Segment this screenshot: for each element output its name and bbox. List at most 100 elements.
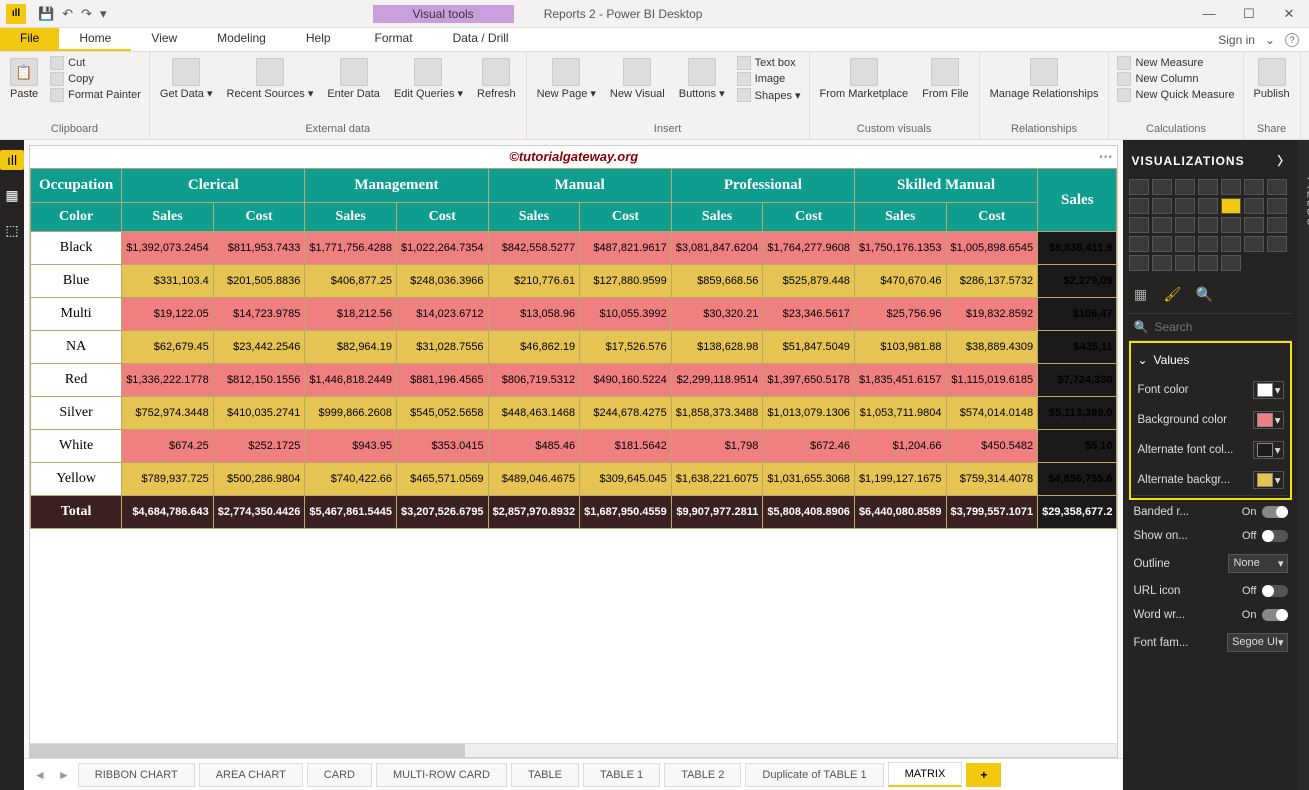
cell[interactable]: $13,058.96 xyxy=(488,298,580,331)
measure-header[interactable]: Sales xyxy=(854,203,946,232)
tab-data-drill[interactable]: Data / Drill xyxy=(433,28,529,51)
table-row[interactable]: Red$1,336,222.1778$812,150.1556$1,446,81… xyxy=(31,364,1117,397)
measure-header[interactable]: Sales xyxy=(122,203,214,232)
cell[interactable]: $82,964.19 xyxy=(305,331,397,364)
viz-type-23[interactable] xyxy=(1175,236,1195,252)
quick-measure-button[interactable]: New Quick Measure xyxy=(1117,88,1234,102)
row-header-occupation[interactable]: Occupation xyxy=(31,169,122,203)
row-total[interactable]: $106,47 xyxy=(1038,298,1117,331)
cell[interactable]: $10,055.3992 xyxy=(580,298,672,331)
outline-dropdown[interactable]: None▾ xyxy=(1228,554,1288,573)
cell[interactable]: $806,719.5312 xyxy=(488,364,580,397)
viz-type-14[interactable] xyxy=(1129,217,1149,233)
measure-header[interactable]: Sales xyxy=(671,203,763,232)
viz-type-1[interactable] xyxy=(1152,179,1172,195)
redo-icon[interactable]: ↷ xyxy=(81,6,92,22)
cell[interactable]: $672.46 xyxy=(763,430,855,463)
cell[interactable]: $450.5482 xyxy=(946,430,1038,463)
cell[interactable]: $465,571.0569 xyxy=(396,463,488,496)
total-cell[interactable]: $2,857,970.8932 xyxy=(488,496,580,529)
nav-model-view[interactable]: ⬚ xyxy=(0,220,24,240)
cell[interactable]: $1,013,079.1306 xyxy=(763,397,855,430)
textbox-button[interactable]: Text box xyxy=(737,56,801,70)
measure-header[interactable]: Sales xyxy=(305,203,397,232)
table-row[interactable]: White$674.25$252.1725$943.95$353.0415$48… xyxy=(31,430,1117,463)
cell[interactable]: $410,035.2741 xyxy=(213,397,305,430)
collapse-ribbon-icon[interactable]: ⌄ xyxy=(1265,33,1275,47)
viz-type-2[interactable] xyxy=(1175,179,1195,195)
cell[interactable]: $811,953.7433 xyxy=(213,232,305,265)
viz-type-9[interactable] xyxy=(1175,198,1195,214)
cell[interactable]: $331,103.4 xyxy=(122,265,214,298)
cell[interactable]: $574,014.0148 xyxy=(946,397,1038,430)
analytics-tab-icon[interactable]: 🔍 xyxy=(1195,285,1213,303)
cell[interactable]: $1,397,650.5178 xyxy=(763,364,855,397)
measure-header[interactable]: Cost xyxy=(763,203,855,232)
page-tab[interactable]: MATRIX xyxy=(888,762,963,787)
alt-font-color-picker[interactable]: ▾ xyxy=(1253,441,1285,459)
cell[interactable]: $1,764,277.9608 xyxy=(763,232,855,265)
pagetab-next[interactable]: ► xyxy=(54,768,74,782)
cell[interactable]: $30,320.21 xyxy=(671,298,763,331)
total-cell[interactable]: $9,907,977.2811 xyxy=(671,496,763,529)
viz-type-18[interactable] xyxy=(1221,217,1241,233)
page-tab[interactable]: TABLE xyxy=(511,763,579,787)
publish-button[interactable]: Publish xyxy=(1252,56,1292,102)
add-page-button[interactable]: + xyxy=(966,763,1001,787)
cell[interactable]: $487,821.9617 xyxy=(580,232,672,265)
visual-menu-icon[interactable]: ⋯ xyxy=(1097,148,1111,165)
total-row[interactable]: Total$4,684,786.643$2,774,350.4426$5,467… xyxy=(31,496,1117,529)
values-section-header[interactable]: ⌄Values xyxy=(1133,345,1288,375)
cell[interactable]: $789,937.725 xyxy=(122,463,214,496)
cell[interactable]: $19,122.05 xyxy=(122,298,214,331)
total-cell[interactable]: $6,440,080.8589 xyxy=(854,496,946,529)
cell[interactable]: $490,160.5224 xyxy=(580,364,672,397)
close-button[interactable]: ✕ xyxy=(1269,6,1309,22)
cell[interactable]: $23,346.5617 xyxy=(763,298,855,331)
total-cell[interactable]: $3,207,526.6795 xyxy=(396,496,488,529)
viz-type-8[interactable] xyxy=(1152,198,1172,214)
format-tab-icon[interactable]: 🖌 xyxy=(1163,285,1181,303)
total-cell[interactable]: $3,799,557.1071 xyxy=(946,496,1038,529)
show-on-toggle[interactable] xyxy=(1262,530,1288,542)
cell[interactable]: $23,442.2546 xyxy=(213,331,305,364)
viz-type-24[interactable] xyxy=(1198,236,1218,252)
cell[interactable]: $31,028.7556 xyxy=(396,331,488,364)
total-cell[interactable]: $4,684,786.643 xyxy=(122,496,214,529)
cell[interactable]: $25,756.96 xyxy=(854,298,946,331)
viz-type-5[interactable] xyxy=(1244,179,1264,195)
viz-type-6[interactable] xyxy=(1267,179,1287,195)
cell[interactable]: $500,286.9804 xyxy=(213,463,305,496)
col-header[interactable]: Management xyxy=(305,169,488,203)
cell[interactable]: $1,199,127.1675 xyxy=(854,463,946,496)
cell[interactable]: $1,022,264.7354 xyxy=(396,232,488,265)
viz-type-15[interactable] xyxy=(1152,217,1172,233)
viz-type-13[interactable] xyxy=(1267,198,1287,214)
cell[interactable]: $881,196.4565 xyxy=(396,364,488,397)
cell[interactable]: $812,150.1556 xyxy=(213,364,305,397)
tab-home[interactable]: Home xyxy=(59,28,131,51)
table-row[interactable]: Blue$331,103.4$201,505.8836$406,877.25$2… xyxy=(31,265,1117,298)
word-wrap-toggle[interactable] xyxy=(1262,609,1288,621)
viz-type-29[interactable] xyxy=(1152,255,1172,271)
help-icon[interactable]: ? xyxy=(1285,33,1299,47)
viz-type-3[interactable] xyxy=(1198,179,1218,195)
col-header[interactable]: Skilled Manual xyxy=(854,169,1037,203)
cell[interactable]: $3,081,847.6204 xyxy=(671,232,763,265)
row-total[interactable]: $435,11 xyxy=(1038,331,1117,364)
cell[interactable]: $210,776.61 xyxy=(488,265,580,298)
cell[interactable]: $353.0415 xyxy=(396,430,488,463)
cell[interactable]: $1,204.66 xyxy=(854,430,946,463)
cell[interactable]: $859,668.56 xyxy=(671,265,763,298)
measure-header[interactable]: Cost xyxy=(213,203,305,232)
grand-total[interactable]: $29,358,677.2 xyxy=(1038,496,1117,529)
cell[interactable]: $1,446,818.2449 xyxy=(305,364,397,397)
row-total[interactable]: $8,838,411.9 xyxy=(1038,232,1117,265)
table-row[interactable]: Yellow$789,937.725$500,286.9804$740,422.… xyxy=(31,463,1117,496)
new-column-button[interactable]: New Column xyxy=(1117,72,1234,86)
cell[interactable]: $1,115,019.6185 xyxy=(946,364,1038,397)
table-row[interactable]: Silver$752,974.3448$410,035.2741$999,866… xyxy=(31,397,1117,430)
cell[interactable]: $181.5642 xyxy=(580,430,672,463)
cell[interactable]: $2,299,118.9514 xyxy=(671,364,763,397)
cell[interactable]: $759,314.4078 xyxy=(946,463,1038,496)
